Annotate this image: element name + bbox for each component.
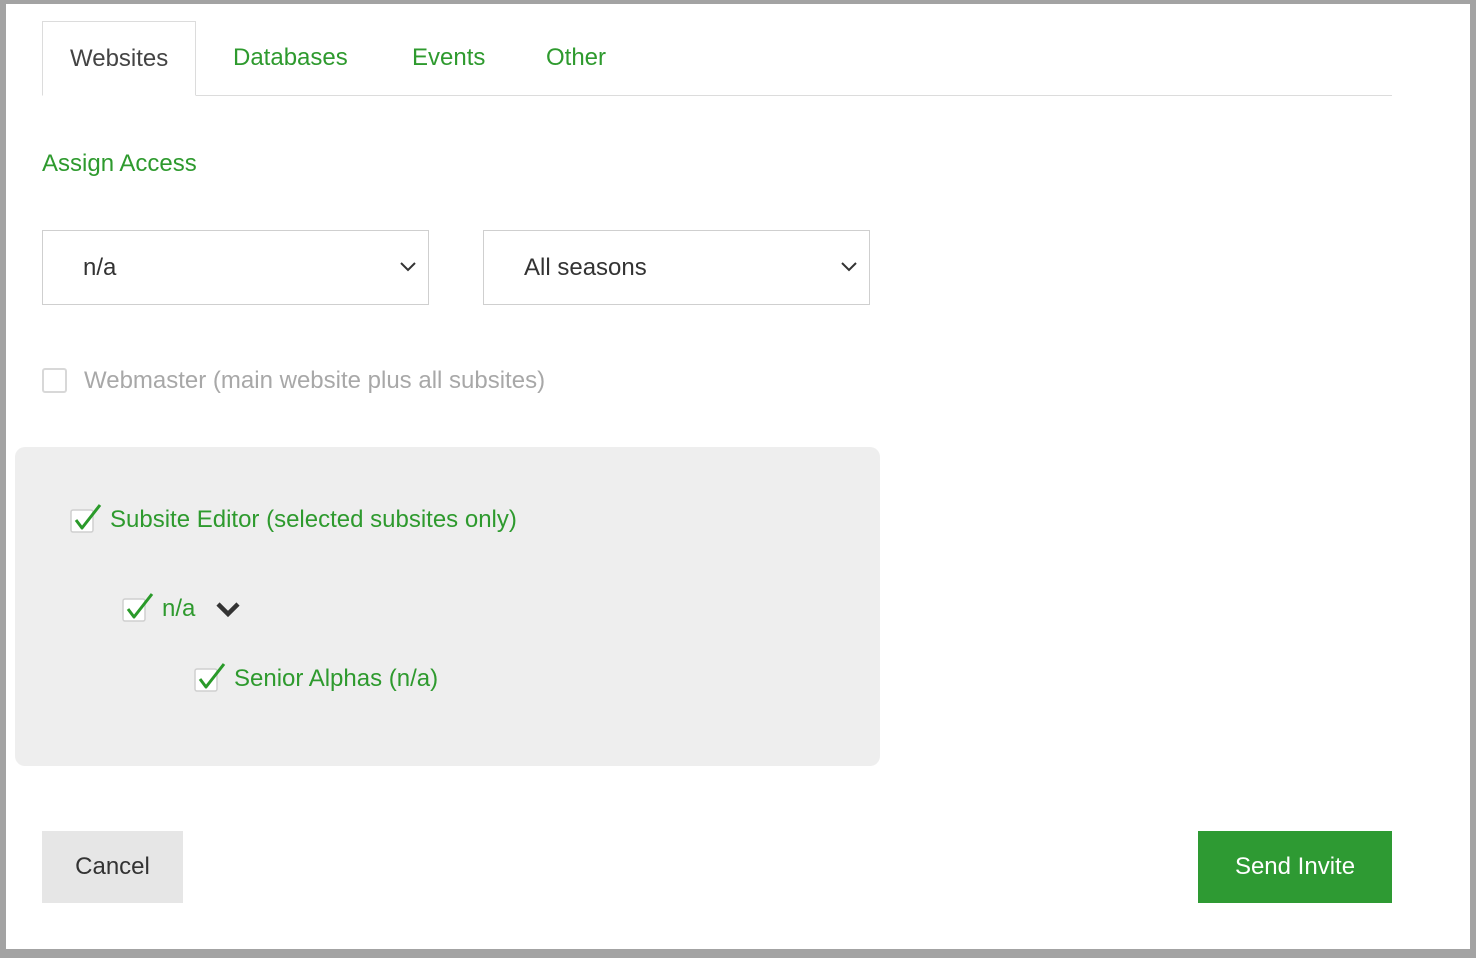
subsite-editor-label: Subsite Editor (selected subsites only) — [110, 506, 517, 533]
subsite-label: Senior Alphas (n/a) — [234, 665, 439, 692]
season-select[interactable]: All seasons — [483, 230, 870, 305]
chevron-down-icon — [841, 262, 857, 272]
assign-access-title: Assign Access — [42, 150, 197, 177]
invite-dialog: Websites Databases Events Other Assign A… — [6, 4, 1470, 949]
chevron-down-icon[interactable] — [215, 599, 241, 619]
chevron-down-icon — [400, 262, 416, 272]
subsite-editor-panel: Subsite Editor (selected subsites only) … — [15, 447, 880, 766]
webmaster-label: Webmaster (main website plus all subsite… — [84, 367, 546, 394]
subsite-checkbox[interactable] — [193, 662, 227, 696]
cancel-button[interactable]: Cancel — [42, 831, 183, 903]
subsite-group-checkbox[interactable] — [121, 592, 155, 626]
organization-select-value: n/a — [83, 254, 117, 281]
organization-select[interactable]: n/a — [42, 230, 429, 305]
access-tabs: Websites Databases Events Other — [42, 21, 1392, 96]
webmaster-checkbox[interactable] — [42, 368, 67, 393]
tab-databases[interactable]: Databases — [233, 21, 348, 95]
subsite-editor-checkbox[interactable] — [69, 503, 103, 537]
tab-other[interactable]: Other — [546, 21, 606, 95]
season-select-value: All seasons — [524, 254, 647, 281]
tab-events[interactable]: Events — [412, 21, 485, 95]
send-invite-button[interactable]: Send Invite — [1198, 831, 1392, 903]
tab-websites[interactable]: Websites — [42, 21, 197, 96]
subsite-group-label: n/a — [162, 595, 196, 622]
